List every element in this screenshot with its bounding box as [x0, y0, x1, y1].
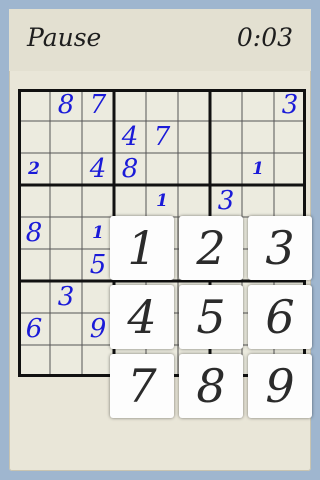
board-cell-empty[interactable]: [50, 217, 82, 249]
keypad-key-9[interactable]: 9: [248, 354, 312, 418]
board-cell-filled[interactable]: 7: [146, 121, 178, 153]
board-cell-empty[interactable]: [18, 121, 50, 153]
board-cell-empty[interactable]: [50, 313, 82, 345]
pause-button[interactable]: Pause: [27, 23, 101, 52]
board-cell-empty[interactable]: [242, 121, 274, 153]
board-cell-filled[interactable]: 2: [18, 153, 50, 185]
keypad-key-8[interactable]: 8: [179, 354, 243, 418]
keypad-key-3[interactable]: 3: [248, 216, 312, 280]
board-cell-empty[interactable]: [18, 345, 50, 377]
board-cell-filled[interactable]: 1: [146, 185, 178, 217]
board-cell-empty[interactable]: [178, 153, 210, 185]
keypad-key-4[interactable]: 4: [110, 285, 174, 349]
number-keypad: 123 456 789: [110, 216, 316, 418]
board-cell-filled[interactable]: 8: [18, 217, 50, 249]
board-cell-empty[interactable]: [210, 89, 242, 121]
keypad-key-7[interactable]: 7: [110, 354, 174, 418]
board-cell-empty[interactable]: [146, 153, 178, 185]
board-cell-empty[interactable]: [18, 249, 50, 281]
board-cell-empty[interactable]: [82, 185, 114, 217]
board-cell-empty[interactable]: [242, 89, 274, 121]
board-cell-empty[interactable]: [178, 121, 210, 153]
board-cell-empty[interactable]: [18, 89, 50, 121]
board-cell-filled[interactable]: 7: [82, 89, 114, 121]
top-bar: Pause 0:03: [9, 9, 311, 71]
board-cell-empty[interactable]: [274, 153, 306, 185]
board-cell-filled[interactable]: 3: [50, 281, 82, 313]
game-paper: Pause 0:03 96351831184274378 123456789: [9, 9, 312, 471]
board-cell-empty[interactable]: [210, 121, 242, 153]
board-cell-filled[interactable]: 1: [242, 153, 274, 185]
board-cell-empty[interactable]: [18, 281, 50, 313]
keypad-key-1[interactable]: 1: [110, 216, 174, 280]
board-cell-empty[interactable]: [114, 89, 146, 121]
board-cell-filled[interactable]: 8: [50, 89, 82, 121]
board-cell-filled[interactable]: 3: [210, 185, 242, 217]
board-cell-empty[interactable]: [50, 153, 82, 185]
board-cell-empty[interactable]: [210, 153, 242, 185]
keypad-key-6[interactable]: 6: [248, 285, 312, 349]
board-cell-empty[interactable]: [114, 185, 146, 217]
board-cell-filled[interactable]: 6: [18, 313, 50, 345]
board-cell-empty[interactable]: [50, 185, 82, 217]
board-cell-empty[interactable]: [18, 185, 50, 217]
keypad-key-2[interactable]: 2: [179, 216, 243, 280]
board-cell-empty[interactable]: [146, 89, 178, 121]
board-cell-filled[interactable]: 4: [82, 153, 114, 185]
board-cell-empty[interactable]: [50, 121, 82, 153]
board-cell-filled[interactable]: 4: [114, 121, 146, 153]
board-cell-empty[interactable]: [178, 89, 210, 121]
board-cell-filled[interactable]: 3: [274, 89, 306, 121]
board-cell-empty[interactable]: [82, 121, 114, 153]
keypad-key-5[interactable]: 5: [179, 285, 243, 349]
board-cell-empty[interactable]: [50, 249, 82, 281]
board-cell-empty[interactable]: [274, 121, 306, 153]
board-cell-empty[interactable]: [50, 345, 82, 377]
board-cell-empty[interactable]: [178, 185, 210, 217]
board-cell-empty[interactable]: [242, 185, 274, 217]
board-cell-empty[interactable]: [274, 185, 306, 217]
board-cell-filled[interactable]: 8: [114, 153, 146, 185]
elapsed-timer: 0:03: [236, 23, 293, 52]
